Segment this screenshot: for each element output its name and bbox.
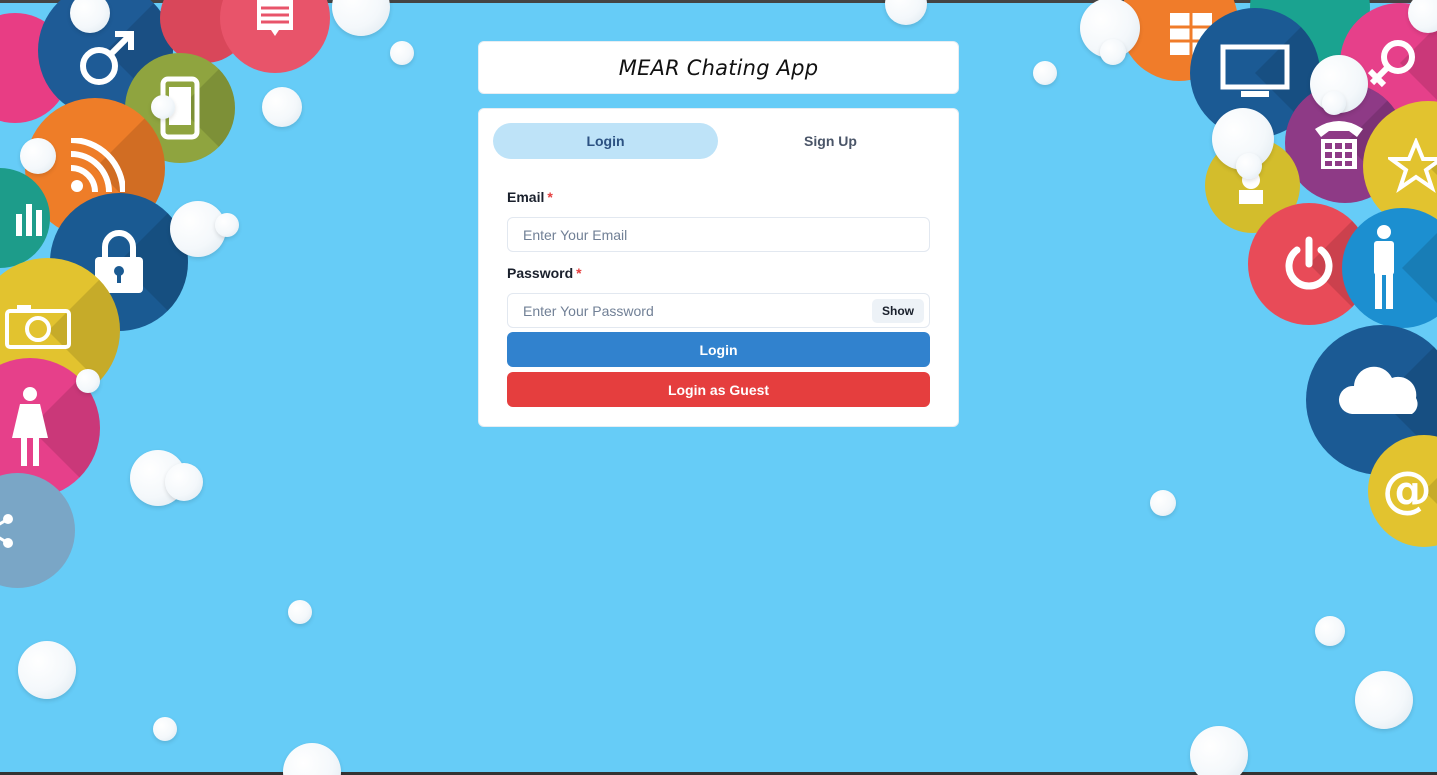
cloud-icon xyxy=(1338,366,1418,414)
dot xyxy=(390,41,414,65)
dot xyxy=(18,641,76,699)
document-bubble xyxy=(220,0,330,73)
wifi-icon xyxy=(70,138,125,193)
dot xyxy=(165,463,203,501)
document-icon xyxy=(257,0,293,36)
female-symbol-icon xyxy=(1367,40,1415,88)
dot xyxy=(283,743,341,775)
dot xyxy=(1315,616,1345,646)
dot xyxy=(1355,671,1413,729)
dot xyxy=(1150,490,1176,516)
dot xyxy=(885,0,927,25)
dot xyxy=(76,369,100,393)
star-icon xyxy=(1388,138,1437,194)
app-title: MEAR Chating App xyxy=(618,55,819,80)
auth-card: Login Sign Up Email* Password* Show Logi… xyxy=(478,108,959,427)
dot xyxy=(1322,91,1346,115)
email-input[interactable] xyxy=(508,218,929,251)
dot xyxy=(262,87,302,127)
dot xyxy=(1236,153,1262,179)
show-password-button[interactable]: Show xyxy=(872,299,924,323)
dot xyxy=(151,95,175,119)
app-header: MEAR Chating App xyxy=(478,41,959,94)
guest-login-button[interactable]: Login as Guest xyxy=(507,372,930,407)
tab-sign-up[interactable]: Sign Up xyxy=(718,123,943,159)
password-field-wrapper: Show xyxy=(507,293,930,328)
dot xyxy=(288,600,312,624)
dot xyxy=(1033,61,1057,85)
email-label: Email * xyxy=(507,189,930,209)
required-mark: * xyxy=(547,189,553,205)
telephone-icon xyxy=(1315,121,1363,169)
svg-text:@: @ xyxy=(1382,461,1432,519)
bar-chart-icon xyxy=(16,204,42,236)
password-label: Password * xyxy=(507,265,930,285)
password-label-text: Password xyxy=(507,265,574,281)
dot xyxy=(1190,726,1248,775)
camera-icon xyxy=(4,304,71,349)
dot xyxy=(153,717,177,741)
dot xyxy=(1100,39,1126,65)
dot xyxy=(20,138,56,174)
dot xyxy=(332,0,390,36)
login-button[interactable]: Login xyxy=(507,332,930,367)
at-sign-icon: @ xyxy=(1382,461,1432,519)
tab-login[interactable]: Login xyxy=(493,123,718,159)
power-icon xyxy=(1285,236,1333,290)
female-icon xyxy=(12,387,48,466)
dot xyxy=(215,213,239,237)
password-input[interactable] xyxy=(508,294,929,327)
email-field-wrapper xyxy=(507,217,930,252)
required-mark: * xyxy=(576,265,582,281)
monitor-icon xyxy=(1220,44,1290,97)
login-form: Email* Password* Show Login Login as Gue… xyxy=(507,189,930,407)
auth-tabs: Login Sign Up xyxy=(493,123,943,159)
share-icon xyxy=(0,513,13,548)
email-label-text: Email xyxy=(507,189,545,205)
share-bubble xyxy=(0,473,75,588)
person-icon xyxy=(1374,225,1394,309)
